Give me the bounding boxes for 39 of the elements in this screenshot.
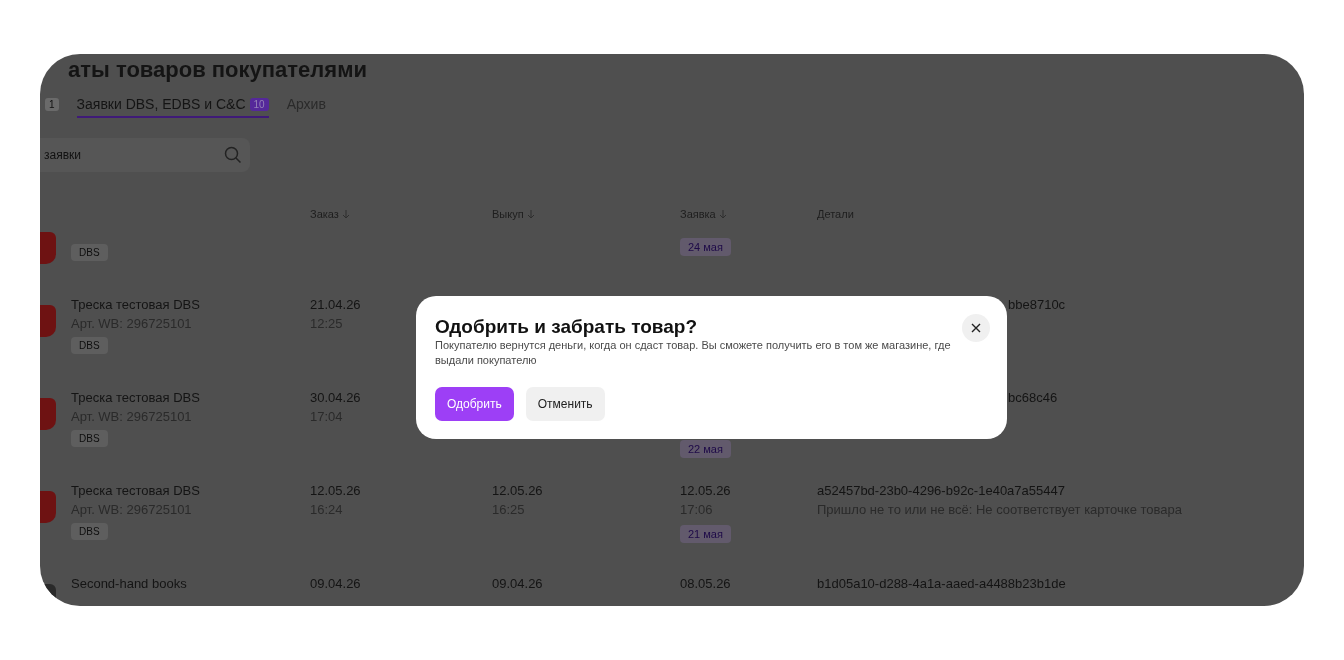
deadline-badge: 22 мая [680,440,731,458]
date-text: 21.04.26 [310,297,361,312]
delivery-tag: DBS [71,523,108,540]
deadline-badge: 24 мая [680,238,731,256]
tab[interactable]: 1 [45,92,59,118]
request-id: b1d05a10-d288-4a1a-aaed-a4488b23b1de [817,576,1066,591]
search-field[interactable]: заявки [40,138,250,172]
delivery-tag: DBS [71,244,108,261]
request-id: bc68c46 [1008,390,1058,405]
approve-button[interactable]: Одобрить [435,387,514,421]
page-title: аты товаров покупателями [67,56,368,84]
close-button[interactable] [962,314,990,342]
close-icon[interactable] [971,323,981,333]
product-name: Треска тестовая DBS [71,390,200,405]
date-text: 09.04.26 [310,576,361,591]
search-icon[interactable] [224,146,242,164]
date-text: 09.04.26 [492,576,543,591]
sort-arrow-icon[interactable] [341,209,350,219]
count-badge: 10 [249,97,269,111]
product-name: Треска тестовая DBS [71,483,200,498]
date-text: 30.04.26 [310,390,361,405]
product-name: Треска тестовая DBS [71,297,200,312]
tab[interactable]: Заявки DBS, EDBS и C&C 10 [76,92,269,118]
date-text: 12.05.26 [310,483,361,498]
dialog-message: Покупателю вернутся деньги, когда он сдаст товар. Вы сможете получить его в том же магазине, где выдали покупателю [435,338,952,368]
date-text: 08.05.26 [680,576,731,591]
deadline-badge: 21 мая [680,525,731,543]
dialog-title: Одобрить и забрать товар? [435,316,698,338]
product-name: Second-hand books [71,576,187,591]
date-text: 12.05.26 [492,483,543,498]
delivery-tag: DBS [71,337,108,354]
sort-arrow-icon[interactable] [718,209,727,219]
delivery-tag: DBS [71,430,108,447]
cancel-button[interactable]: Отменить [525,387,605,421]
date-text: 12.05.26 [680,483,731,498]
count-badge: 1 [45,97,59,111]
request-id: bbe8710c [1008,297,1066,312]
sort-arrow-icon[interactable] [526,209,535,219]
request-id: a52457bd-23b0-4296-b92c-1e40a7a55447 [817,483,1065,498]
